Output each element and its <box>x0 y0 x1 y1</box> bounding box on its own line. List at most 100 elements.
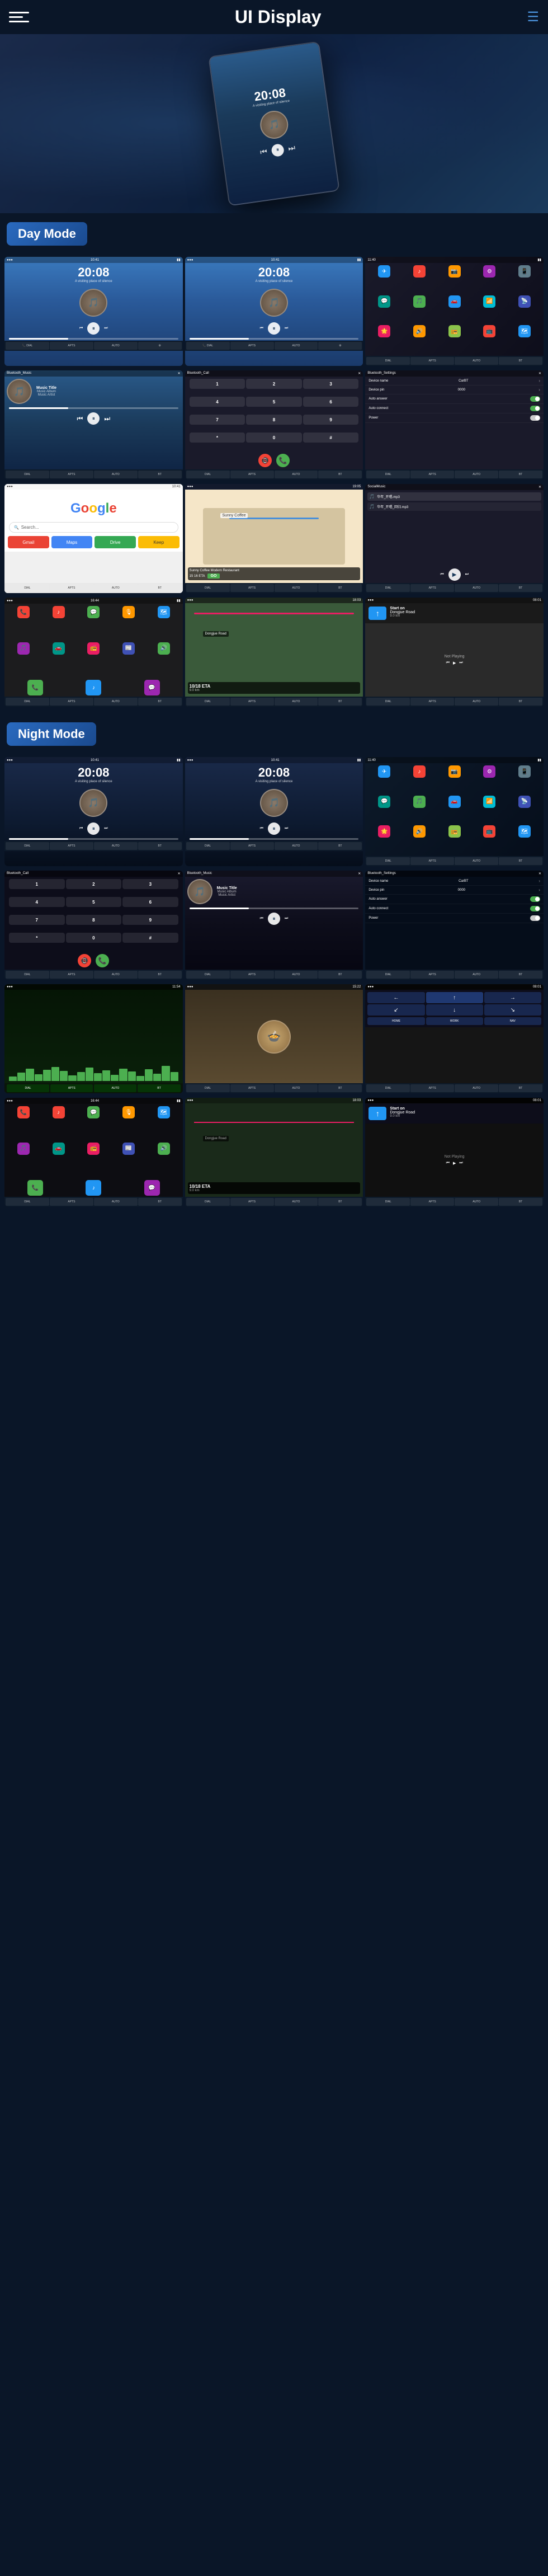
n-turn-dr[interactable]: ↘ <box>484 1004 541 1016</box>
n-app-15[interactable]: 🗺 <box>518 825 531 838</box>
cp-bt[interactable]: BT <box>138 698 182 706</box>
cp-dock-msg[interactable]: 💬 <box>144 680 160 695</box>
m-prev[interactable]: ⏮ <box>446 661 450 665</box>
dial-7[interactable]: 7 <box>190 415 245 425</box>
func-4-1[interactable]: ⚙ <box>138 342 182 350</box>
app-blue-2[interactable]: 🗺 <box>518 325 531 337</box>
n-dial-2[interactable]: DIAL <box>186 842 230 850</box>
dial-4[interactable]: 4 <box>190 397 245 407</box>
n-app-2[interactable]: ♪ <box>413 765 426 778</box>
bt-next[interactable]: ⏭ <box>104 415 110 423</box>
prev-1[interactable]: ⏮ <box>79 326 83 331</box>
t-auto[interactable]: AUTO <box>455 698 498 706</box>
n-cp-spk[interactable]: 🔊 <box>158 1143 170 1155</box>
soc-prev[interactable]: ⏮ <box>440 572 443 577</box>
hamburger-icon[interactable] <box>9 7 29 27</box>
app-carlife[interactable]: 🚗 <box>448 295 461 308</box>
nt-auto[interactable]: AUTO <box>455 1084 498 1092</box>
n-dial-4[interactable]: 4 <box>9 897 65 907</box>
f-apts[interactable]: APTS <box>230 1084 274 1092</box>
cp-dial[interactable]: DIAL <box>6 698 49 706</box>
ntm-dial[interactable]: DIAL <box>366 1198 410 1206</box>
dial-6[interactable]: 6 <box>303 397 359 407</box>
ne-apts[interactable]: APTS <box>230 698 274 706</box>
n-cp-pod[interactable]: 🎙 <box>122 1106 135 1118</box>
n-cp-d-phone[interactable]: 📞 <box>27 1180 43 1196</box>
nm-apts[interactable]: APTS <box>230 971 274 979</box>
app-bt[interactable]: 📶 <box>483 295 495 308</box>
eq-btn-2[interactable]: APTS <box>50 1084 93 1092</box>
bt-m-apts[interactable]: APTS <box>50 471 93 478</box>
dial-8[interactable]: 8 <box>246 415 302 425</box>
go-button[interactable]: GO <box>207 574 220 579</box>
cp-spotify[interactable]: 🎵 <box>17 642 30 655</box>
ncp-auto[interactable]: AUTO <box>94 1198 138 1206</box>
end-call-btn[interactable]: 📵 <box>258 454 272 467</box>
cp-green2[interactable]: 🔊 <box>158 642 170 655</box>
cp-phone[interactable]: 📞 <box>17 606 30 618</box>
n-dial-5[interactable]: 5 <box>66 897 122 907</box>
nm-next[interactable]: ⏭ <box>285 916 288 921</box>
dial-0[interactable]: 0 <box>246 433 302 443</box>
dial-star[interactable]: * <box>190 433 245 443</box>
ncp-bt[interactable]: BT <box>138 1198 182 1206</box>
n-cp-music[interactable]: ♪ <box>53 1106 65 1118</box>
cp-dock-music[interactable]: ♪ <box>86 680 101 695</box>
cp-dock-phone[interactable]: 📞 <box>27 680 43 695</box>
app-phone[interactable]: 📷 <box>448 265 461 278</box>
dial-9[interactable]: 9 <box>303 415 359 425</box>
func-4-3[interactable]: BT <box>499 357 542 365</box>
s-bt[interactable]: BT <box>499 471 542 478</box>
n-app-12[interactable]: 🔊 <box>413 825 426 838</box>
nm-dial[interactable]: DIAL <box>186 971 230 979</box>
func-auto-1[interactable]: AUTO <box>94 342 138 350</box>
nn-apts[interactable]: APTS <box>230 1198 274 1206</box>
t-dial[interactable]: DIAL <box>366 698 410 706</box>
ne-auto[interactable]: AUTO <box>275 698 318 706</box>
n-bt-1[interactable]: BT <box>138 842 182 850</box>
n-dial-1[interactable]: DIAL <box>6 842 49 850</box>
dial-call-btn[interactable]: 📞 <box>276 454 290 467</box>
s-apts[interactable]: APTS <box>410 471 454 478</box>
call-dial[interactable]: DIAL <box>186 471 230 478</box>
n-dial-2[interactable]: 2 <box>66 879 122 889</box>
bt-settings-close[interactable]: ✕ <box>538 372 541 375</box>
nl-dial[interactable]: DIAL <box>366 857 410 865</box>
func-4-2[interactable]: ⚙ <box>318 342 362 350</box>
n-app-8[interactable]: 🚗 <box>448 796 461 808</box>
n-prev-2[interactable]: ⏮ <box>260 826 263 831</box>
n-app-11[interactable]: 🌟 <box>378 825 390 838</box>
n-dial-6[interactable]: 6 <box>122 897 178 907</box>
n-turn-left[interactable]: ← <box>367 992 424 1003</box>
n-cp-pod2[interactable]: 📻 <box>87 1143 100 1155</box>
nc-bt[interactable]: BT <box>138 971 182 979</box>
eq-btn-1[interactable]: DIAL <box>7 1084 49 1092</box>
bt-prev[interactable]: ⏮ <box>77 415 83 423</box>
ntm-apts[interactable]: APTS <box>410 1198 454 1206</box>
soc-auto[interactable]: AUTO <box>455 584 498 592</box>
n-start-call[interactable]: 📞 <box>96 954 109 967</box>
soc-play[interactable]: ▶ <box>448 568 461 581</box>
bt-m-auto[interactable]: AUTO <box>94 471 138 478</box>
app-pink[interactable]: 🌟 <box>378 325 390 337</box>
nt-bt[interactable]: BT <box>499 1084 542 1092</box>
n-auto-answer-toggle[interactable] <box>530 896 540 902</box>
play-1[interactable]: ⏸ <box>87 322 100 335</box>
n-nav-s1[interactable]: HOME <box>367 1017 424 1025</box>
n-next-1[interactable]: ⏭ <box>104 826 107 831</box>
nm-play[interactable]: ⏸ <box>268 913 280 925</box>
n-turn-right[interactable]: → <box>484 992 541 1003</box>
next-2[interactable]: ⏭ <box>285 326 288 331</box>
n-nav-s2[interactable]: WORK <box>426 1017 483 1025</box>
nav-bt[interactable]: BT <box>318 584 362 592</box>
n-cp-d-msg[interactable]: 💬 <box>144 1180 160 1196</box>
n-turn-dl[interactable]: ↙ <box>367 1004 424 1016</box>
nav-apts[interactable]: APTS <box>230 584 274 592</box>
cp-music[interactable]: ♪ <box>53 606 65 618</box>
social-close[interactable]: ✕ <box>538 485 541 489</box>
n-next-2[interactable]: ⏭ <box>285 826 288 831</box>
n-dial-1[interactable]: 1 <box>9 879 65 889</box>
call-auto[interactable]: AUTO <box>275 471 318 478</box>
night-call-close[interactable]: ✕ <box>178 872 181 876</box>
ns-dial[interactable]: DIAL <box>366 971 410 979</box>
